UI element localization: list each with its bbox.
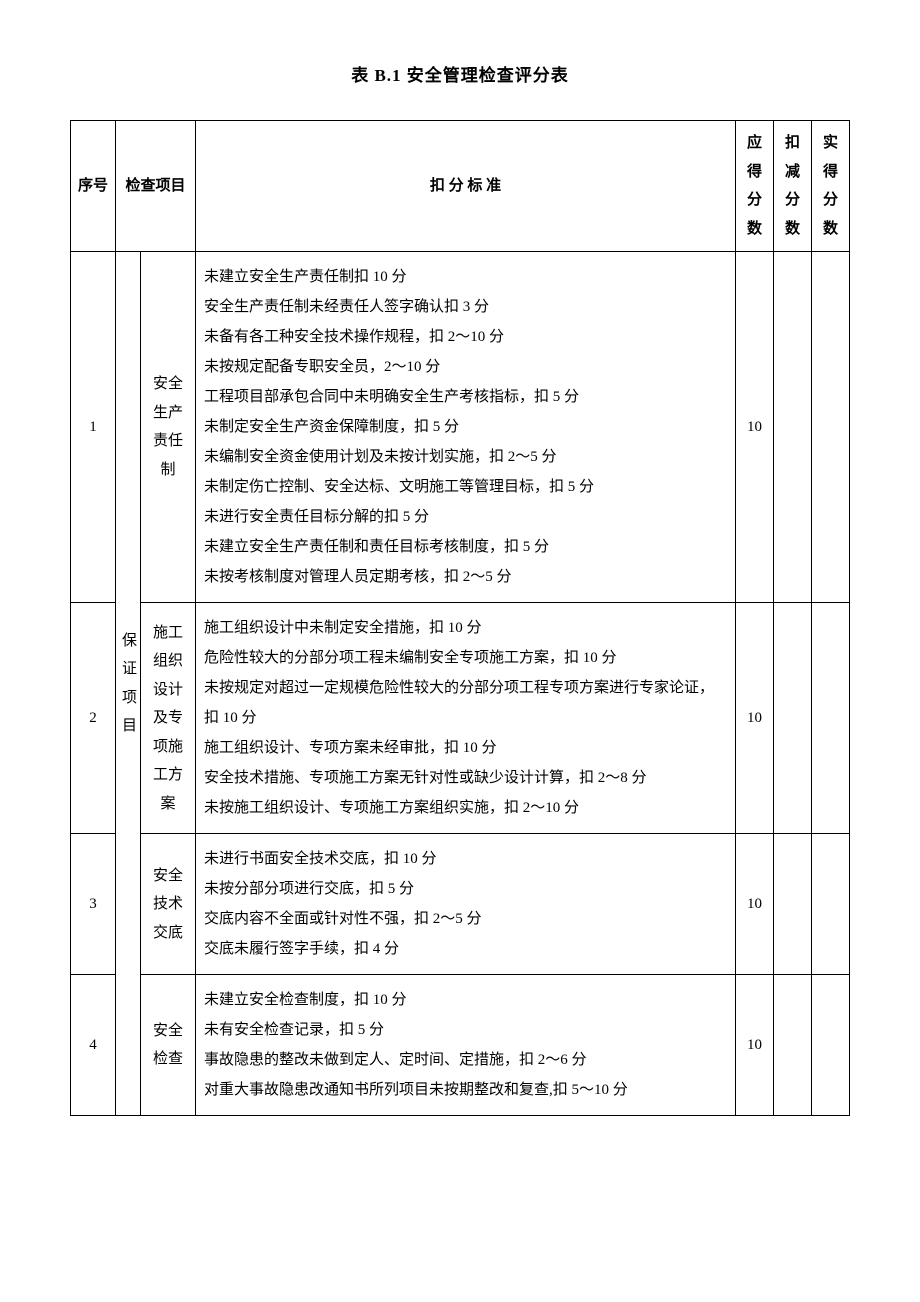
cell-score-actual [812,834,850,975]
cell-seq: 2 [71,603,116,834]
cell-score-actual [812,252,850,603]
table-row: 4 安全检查 未建立安全检查制度，扣 10 分未有安全检查记录，扣 5 分事故隐… [71,975,850,1116]
table-header-row: 序号 检查项目 扣 分 标 准 应得分数 扣减分数 实得分数 [71,121,850,252]
cell-seq: 4 [71,975,116,1116]
cell-score-actual [812,975,850,1116]
table-row: 2 施工组织设计及专项施工方案 施工组织设计中未制定安全措施，扣 10 分危险性… [71,603,850,834]
cell-item: 安全检查 [141,975,196,1116]
table-row: 1 保证项目 安全生产责任制 未建立安全生产责任制扣 10 分安全生产责任制未经… [71,252,850,603]
cell-score-full: 10 [736,252,774,603]
cell-seq: 3 [71,834,116,975]
cell-group-label: 保证项目 [116,252,141,1116]
cell-score-actual [812,603,850,834]
cell-seq: 1 [71,252,116,603]
header-criteria: 扣 分 标 准 [196,121,736,252]
document-title: 表 B.1 安全管理检查评分表 [70,60,850,92]
cell-score-deduct [774,834,812,975]
cell-score-full: 10 [736,975,774,1116]
cell-score-deduct [774,252,812,603]
cell-score-full: 10 [736,603,774,834]
header-seq: 序号 [71,121,116,252]
cell-item: 安全技术交底 [141,834,196,975]
header-score-full: 应得分数 [736,121,774,252]
cell-score-full: 10 [736,834,774,975]
cell-score-deduct [774,975,812,1116]
cell-score-deduct [774,603,812,834]
header-score-deduct: 扣减分数 [774,121,812,252]
cell-item: 安全生产责任制 [141,252,196,603]
header-check-item: 检查项目 [116,121,196,252]
scoring-table: 序号 检查项目 扣 分 标 准 应得分数 扣减分数 实得分数 1 保证项目 安全… [70,120,850,1116]
header-score-actual: 实得分数 [812,121,850,252]
cell-criteria: 未进行书面安全技术交底，扣 10 分未按分部分项进行交底，扣 5 分交底内容不全… [196,834,736,975]
cell-item: 施工组织设计及专项施工方案 [141,603,196,834]
cell-criteria: 未建立安全检查制度，扣 10 分未有安全检查记录，扣 5 分事故隐患的整改未做到… [196,975,736,1116]
table-row: 3 安全技术交底 未进行书面安全技术交底，扣 10 分未按分部分项进行交底，扣 … [71,834,850,975]
cell-criteria: 施工组织设计中未制定安全措施，扣 10 分危险性较大的分部分项工程未编制安全专项… [196,603,736,834]
cell-criteria: 未建立安全生产责任制扣 10 分安全生产责任制未经责任人签字确认扣 3 分未备有… [196,252,736,603]
